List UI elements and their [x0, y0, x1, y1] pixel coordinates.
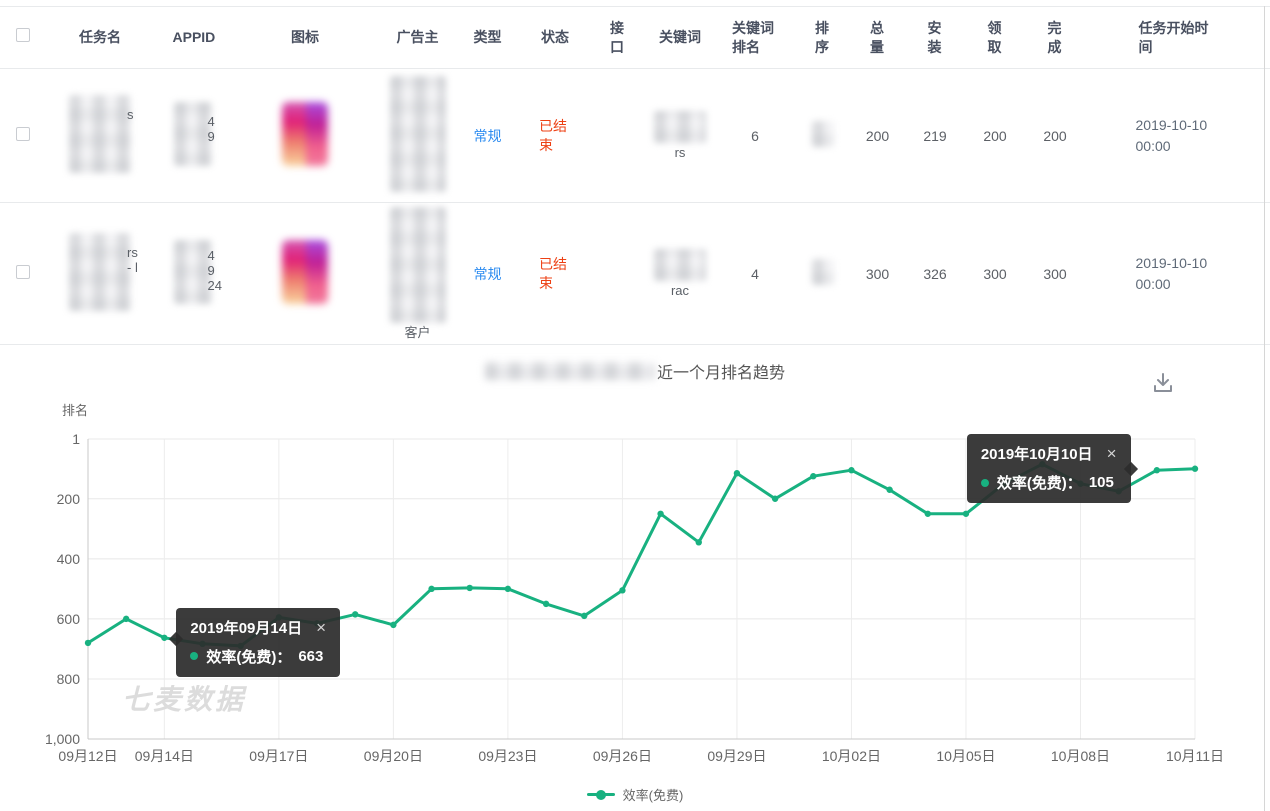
masked-keyword: [654, 249, 706, 281]
svg-text:七麦数据: 七麦数据: [122, 684, 248, 715]
advertiser-fragment: 客户: [404, 325, 430, 340]
tooltip-value: 105: [1089, 474, 1114, 491]
download-icon[interactable]: [1148, 369, 1178, 399]
total-value: 200: [850, 69, 905, 203]
chart-tooltip: 2019年10月10日 × 效率(免费)： 105: [967, 434, 1131, 503]
svg-text:09月23日: 09月23日: [478, 748, 537, 764]
svg-text:600: 600: [57, 611, 81, 627]
api-cell: [590, 203, 645, 345]
start-time-value: 2019-10-10 00:00: [1136, 115, 1220, 157]
claim-value: 300: [965, 203, 1025, 345]
col-task-name: 任务名: [45, 7, 155, 69]
status-badge: 已结束: [539, 117, 571, 155]
close-icon[interactable]: ×: [1107, 446, 1117, 461]
tooltip-value: 663: [298, 648, 323, 665]
col-sort: 排序: [795, 7, 850, 69]
complete-value: 200: [1025, 69, 1085, 203]
svg-text:10月02日: 10月02日: [822, 748, 881, 764]
keyword-fragment: rs: [675, 145, 686, 160]
col-type: 类型: [455, 7, 520, 69]
svg-text:10月08日: 10月08日: [1051, 748, 1110, 764]
masked-sort: [812, 259, 834, 285]
col-status: 状态: [520, 7, 590, 69]
masked-advertiser: [390, 207, 446, 323]
claim-value: 200: [965, 69, 1025, 203]
table-row: s 4 9 常规 已结束 rs 6 200 219 200 200 2019-1…: [0, 69, 1270, 203]
svg-text:10月05日: 10月05日: [936, 748, 995, 764]
task-table: 任务名 APPID 图标 广告主 类型 状态 接口 关键词 关键词排名 排序 总…: [0, 6, 1270, 345]
svg-text:10月11日: 10月11日: [1166, 748, 1224, 764]
rank-trend-chart: 近一个月排名趋势 1 200 400 600 800 1,00009月12日 09月14日 0…: [0, 351, 1270, 811]
svg-text:1,000: 1,000: [45, 731, 80, 747]
keyword-rank-value: 4: [715, 203, 795, 345]
chart-tooltip: 2019年09月14日 × 效率(免费)： 663: [176, 608, 340, 677]
svg-text:800: 800: [57, 671, 81, 687]
complete-value: 300: [1025, 203, 1085, 345]
svg-text:400: 400: [57, 551, 81, 567]
app-icon-blurred: [282, 240, 328, 304]
row-checkbox[interactable]: [16, 127, 30, 141]
col-total: 总量: [850, 7, 905, 69]
chart-title-text: 近一个月排名趋势: [657, 359, 785, 383]
start-time-value: 2019-10-10 00:00: [1136, 253, 1220, 295]
col-appid: APPID: [155, 7, 230, 69]
col-keyword: 关键词: [645, 7, 715, 69]
chart-title: 近一个月排名趋势: [0, 359, 1270, 383]
svg-text:09月29日: 09月29日: [707, 748, 766, 764]
table-header-row: 任务名 APPID 图标 广告主 类型 状态 接口 关键词 关键词排名 排序 总…: [0, 7, 1270, 69]
svg-text:09月20日: 09月20日: [364, 748, 423, 764]
select-all-checkbox[interactable]: [16, 28, 30, 42]
series-marker-dot: [190, 652, 198, 660]
tooltip-date: 2019年10月10日: [981, 443, 1093, 464]
table-row: rs - l 4 9 24 客户 常规 已结束 rac 4 300 326 30…: [0, 203, 1270, 345]
status-badge: 已结束: [539, 255, 571, 293]
total-value: 300: [850, 203, 905, 345]
legend-label: 效率(免费): [623, 785, 684, 804]
series-marker-dot: [981, 479, 989, 487]
task-name-fragment: s: [127, 107, 143, 122]
appid-fragment: 4 9 24: [208, 248, 224, 293]
svg-text:09月17日: 09月17日: [249, 748, 308, 764]
install-value: 219: [905, 69, 965, 203]
col-advertiser: 广告主: [380, 7, 455, 69]
task-type-link[interactable]: 常规: [474, 266, 502, 282]
tooltip-series-label: 效率(免费)：: [206, 646, 291, 667]
close-icon[interactable]: ×: [316, 620, 326, 635]
tooltip-series-label: 效率(免费)：: [997, 472, 1082, 493]
masked-advertiser: [390, 76, 446, 192]
task-name-fragment: rs - l: [127, 245, 143, 275]
svg-text:09月26日: 09月26日: [593, 748, 652, 764]
svg-text:09月14日: 09月14日: [135, 748, 194, 764]
masked-appid: [174, 240, 212, 304]
row-checkbox[interactable]: [16, 265, 30, 279]
task-type-link[interactable]: 常规: [474, 128, 502, 144]
col-icon: 图标: [230, 7, 380, 69]
col-keyword-rank: 关键词排名: [715, 7, 795, 69]
col-install: 安装: [905, 7, 965, 69]
api-cell: [590, 69, 645, 203]
svg-text:1: 1: [72, 431, 80, 447]
legend-item-efficiency[interactable]: 效率(免费): [0, 785, 1270, 804]
tooltip-date: 2019年09月14日: [190, 617, 302, 638]
keyword-rank-value: 6: [715, 69, 795, 203]
masked-keyword: [654, 111, 706, 143]
app-icon-blurred: [282, 102, 328, 166]
svg-text:200: 200: [57, 491, 81, 507]
install-value: 326: [905, 203, 965, 345]
masked-task-name: [69, 95, 131, 173]
svg-text:09月12日: 09月12日: [58, 748, 117, 764]
svg-text:排名: 排名: [62, 403, 88, 418]
masked-appid: [174, 102, 212, 166]
col-start-time: 任务开始时间: [1085, 7, 1270, 69]
col-claim: 领取: [965, 7, 1025, 69]
keyword-fragment: rac: [671, 283, 689, 298]
legend-line-marker: [587, 793, 615, 796]
col-complete: 完成: [1025, 7, 1085, 69]
appid-fragment: 4 9: [208, 114, 224, 144]
masked-app-name: [485, 362, 655, 380]
masked-sort: [812, 121, 834, 147]
col-api: 接口: [590, 7, 645, 69]
masked-task-name: [69, 233, 131, 311]
legend-dot: [596, 790, 606, 800]
